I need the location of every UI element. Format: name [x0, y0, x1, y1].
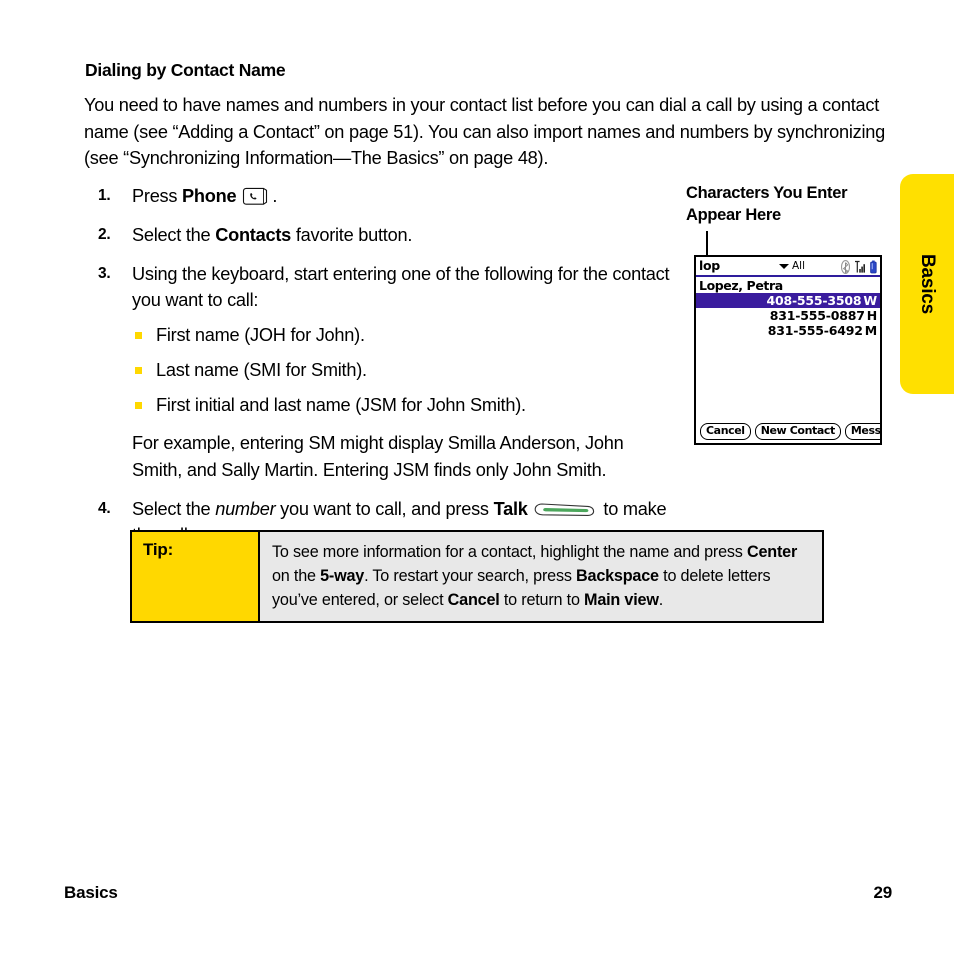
intro-paragraph: You need to have names and numbers in yo… [84, 95, 885, 168]
chevron-down-icon[interactable] [779, 264, 789, 269]
phone-key-icon [240, 187, 270, 206]
phone-number-value: 408-555-3508 [766, 293, 862, 308]
tip-seg-bold: Backspace [576, 567, 659, 585]
step-item: 2. Select the Contacts favorite button. [98, 222, 678, 248]
manual-page: Basics Dialing by Contact Name You need … [0, 0, 954, 954]
step-text: Press Phone. [132, 183, 678, 209]
step-bold-phone: Phone [182, 186, 237, 206]
sub-bullet-label: First name (JOH for John). [156, 325, 365, 345]
square-bullet-icon [135, 332, 142, 339]
step-text-middle: you want to call, and press [275, 499, 494, 519]
sub-bullet-label: Last name (SMI for Smith). [156, 360, 367, 380]
step-paragraph: For example, entering SM might display S… [132, 433, 624, 480]
filter-dropdown-value[interactable]: All [792, 260, 805, 272]
callout-label: Characters You Enter Appear Here [686, 182, 901, 226]
battery-icon [870, 259, 877, 274]
sub-bullet-item: First name (JOH for John). [132, 322, 678, 348]
step-number: 1. [98, 187, 111, 204]
step-item: 1. Press Phone. [98, 183, 678, 209]
device-button-bar: Cancel New Contact Message [696, 423, 880, 440]
device-screenshot: lop All Lopez, Petra 408-555-3508 W 831-5… [694, 255, 882, 445]
cancel-button[interactable]: Cancel [700, 423, 751, 440]
side-thumb-tab: Basics [900, 174, 954, 394]
page-title: Dialing by Contact Name [85, 60, 286, 80]
step-text: Using the keyboard, start entering one o… [132, 261, 678, 483]
phone-number-value: 831-555-0887 [769, 308, 865, 323]
tip-seg: . [658, 591, 664, 609]
phone-number-value: 831-555-6492 [767, 323, 863, 338]
phone-number-type: W [863, 293, 877, 308]
talk-key-icon [534, 499, 596, 516]
new-contact-button[interactable]: New Contact [754, 423, 841, 440]
step-text-before: Select the [132, 499, 216, 519]
step-number: 2. [98, 226, 111, 243]
phone-number-row[interactable]: 831-555-6492 M [696, 323, 880, 338]
bluetooth-icon [840, 259, 851, 274]
tip-seg: To see more information for a contact, h… [272, 543, 747, 561]
sub-bullet-label: First initial and last name (JSM for Joh… [156, 395, 526, 415]
square-bullet-icon [135, 402, 142, 409]
sub-bullet-item: Last name (SMI for Smith). [132, 357, 678, 383]
step-number: 3. [98, 265, 111, 282]
signal-strength-icon [854, 259, 866, 273]
contact-name-header: Lopez, Petra [699, 278, 783, 293]
tip-seg: on the [272, 567, 321, 585]
tip-text: To see more information for a contact, h… [260, 532, 822, 621]
callout-line-1: Characters You Enter [686, 184, 848, 202]
phone-number-row[interactable]: 831-555-0887 H [696, 308, 880, 323]
status-icon-group [840, 259, 877, 274]
sub-bullet-item: First initial and last name (JSM for Joh… [132, 392, 678, 418]
step-number: 4. [98, 500, 111, 517]
message-button[interactable]: Message [844, 423, 880, 440]
callout-leader-line [706, 231, 708, 257]
steps-list: 1. Press Phone. 2. Select the Contacts f… [98, 183, 678, 561]
square-bullet-icon [135, 367, 142, 374]
step-text-after: favorite button. [291, 225, 413, 245]
step-text-before: Select the [132, 225, 216, 245]
tip-seg: . To restart your search, press [364, 567, 577, 585]
callout-line-2: Appear Here [686, 206, 781, 224]
step-italic-number: number [215, 499, 276, 519]
search-input[interactable]: lop [699, 258, 720, 273]
footer-page-number: 29 [873, 883, 892, 902]
step-bold-contacts: Contacts [215, 225, 292, 245]
device-title-bar: lop All [696, 257, 880, 277]
tip-seg-bold: 5-way [320, 567, 365, 585]
step-text-after: . [272, 186, 278, 206]
tip-seg: to return to [499, 591, 585, 609]
phone-number-type: H [866, 308, 877, 323]
step-text-before: Press [132, 186, 183, 206]
tip-label: Tip: [132, 532, 260, 621]
step-text: Select the Contacts favorite button. [132, 222, 678, 248]
step-item: 3. Using the keyboard, start entering on… [98, 261, 678, 483]
tip-seg-bold: Main view [584, 591, 659, 609]
phone-number-type: M [864, 323, 877, 338]
step-text-before: Using the keyboard, start entering one o… [132, 264, 670, 310]
sub-bullet-list: First name (JOH for John). Last name (SM… [132, 322, 678, 418]
tip-seg-bold: Center [747, 543, 798, 561]
step-bold-talk: Talk [493, 499, 528, 519]
tip-box: Tip: To see more information for a conta… [130, 530, 824, 623]
side-thumb-tab-label: Basics [917, 253, 938, 315]
phone-number-list: 408-555-3508 W 831-555-0887 H 831-555-6492… [696, 293, 880, 338]
tip-seg-bold: Cancel [447, 591, 500, 609]
footer-section-label: Basics [64, 883, 118, 902]
phone-number-row[interactable]: 408-555-3508 W [696, 293, 880, 308]
